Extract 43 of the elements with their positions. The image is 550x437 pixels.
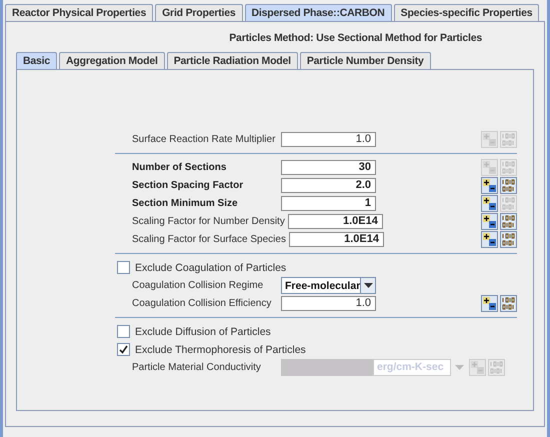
- tab[interactable]: Particle Number Density: [300, 52, 431, 69]
- tab[interactable]: Dispersed Phase::CARBON: [244, 4, 392, 21]
- tab[interactable]: Species-specific Properties: [394, 4, 540, 21]
- value-field[interactable]: 2.0: [281, 178, 376, 193]
- dropdown-arrow-icon: [364, 283, 373, 288]
- tab[interactable]: Aggregation Model: [59, 52, 165, 69]
- value-field[interactable]: 1.0: [281, 132, 376, 147]
- table-button[interactable]: [500, 295, 517, 312]
- field-label: Section Minimum Size: [131, 198, 239, 209]
- method-heading: Particles Method: Use Sectional Method for Particles: [228, 32, 483, 44]
- tab[interactable]: Grid Properties: [155, 4, 243, 21]
- plus-minus-button[interactable]: [481, 177, 498, 194]
- field-label: Coagulation Collision Regime: [131, 280, 264, 291]
- tab[interactable]: Reactor Physical Properties: [5, 4, 154, 21]
- checkbox[interactable]: [117, 343, 130, 356]
- plus-minus-button[interactable]: [481, 195, 498, 212]
- checkbox-label: Exclude Coagulation of Particles: [135, 262, 286, 274]
- value-field[interactable]: 1.0E14: [288, 214, 383, 229]
- value-field[interactable]: 1.0E14: [288, 232, 384, 247]
- value-field[interactable]: 30: [281, 160, 376, 175]
- field-label: Coagulation Collision Efficiency: [131, 298, 272, 309]
- field-label: Number of Sections: [131, 162, 228, 173]
- field-label: Scaling Factor for Surface Species: [131, 234, 287, 245]
- plus-minus-button[interactable]: [481, 295, 498, 312]
- checkbox-label: Exclude Thermophoresis of Particles: [135, 344, 306, 356]
- plus-minus-button[interactable]: [481, 213, 498, 230]
- tab[interactable]: Basic: [16, 52, 58, 69]
- checkbox-label: Exclude Diffusion of Particles: [135, 326, 271, 338]
- dropdown-arrow-icon[interactable]: [454, 365, 464, 370]
- plus-minus-button[interactable]: [481, 231, 498, 248]
- table-button[interactable]: [500, 231, 517, 248]
- checkbox[interactable]: [117, 325, 130, 338]
- checkbox[interactable]: [117, 261, 130, 274]
- field-label: Scaling Factor for Number Density: [131, 216, 286, 227]
- regime-dropdown[interactable]: Free-molecular: [281, 277, 376, 294]
- value-field[interactable]: 1.0: [281, 296, 376, 311]
- field-label: Section Spacing Factor: [131, 180, 244, 191]
- tab[interactable]: Particle Radiation Model: [166, 52, 298, 69]
- table-button[interactable]: [500, 177, 517, 194]
- value-field[interactable]: 1: [281, 196, 376, 211]
- field-label: Particle Material Conductivity: [131, 362, 262, 373]
- table-button[interactable]: [500, 213, 517, 230]
- field-label: Surface Reaction Rate Multiplier: [131, 134, 276, 145]
